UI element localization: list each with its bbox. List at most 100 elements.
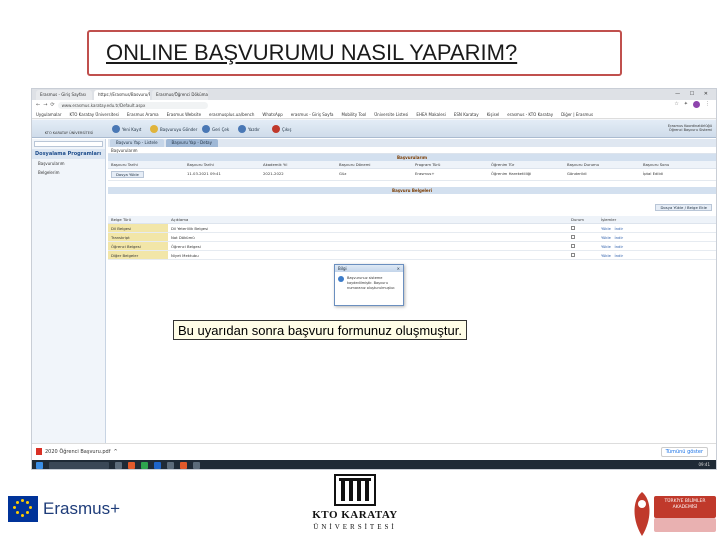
bookmark-item[interactable]: erasmus - Giriş Sayfa [291,112,334,117]
doc-actions-cell: Yükle İndir [598,223,716,233]
bookmark-item[interactable]: ESN Karatay [454,112,479,117]
print-label: Yazdır [248,126,260,132]
app-icon[interactable] [180,462,187,469]
bookmark-item[interactable]: Mobility Tool [341,112,366,117]
browser-tab[interactable]: Erasmus/Öğrenci Dökümanları [152,90,208,100]
app-icon[interactable] [193,462,200,469]
bookmark-item[interactable]: WhatsApp [262,112,282,117]
bookmark-item[interactable]: Erasmus Website [167,112,201,117]
bookmark-item[interactable]: Kişisel [487,112,500,117]
bookmark-item[interactable]: Uygulamalar [36,112,62,117]
summary-header: Başvuru Tarihi [184,161,260,169]
reload-icon[interactable]: ⟳ [50,102,54,108]
summary-header: Başvuru Sonu [640,161,716,169]
url-field[interactable]: www.erasmus.karatay.edu.tr/Default.aspx [57,101,208,109]
bookmark-item[interactable]: Üniversite Listesi [374,112,408,117]
menu-icon[interactable]: ⋮ [705,101,710,108]
back-icon[interactable]: ← [36,102,40,108]
doc-actions-cell: Yükle İndir [598,250,716,260]
submit-label: Başvuruyu Gönder [160,126,198,132]
dialog-title: Bilgi [338,266,347,271]
submit-button[interactable]: Başvuruyu Gönder [150,125,197,133]
download-link[interactable]: İndir [615,253,624,258]
dialog-message: Başvurunuz sisteme kaydedilmiştir. Başvu… [347,276,396,290]
summary-header: Öğrenim Tür [488,161,564,169]
eu-flag-icon [8,496,38,522]
bookmark-item[interactable]: EHEA Makalesi [416,112,445,117]
bookmark-item[interactable]: KTO Karatay Üniversitesi [70,112,119,117]
download-link[interactable]: İndir [615,235,624,240]
sidebar-search-input[interactable] [34,141,103,147]
print-button[interactable]: Yazdır [238,125,260,133]
show-all-button[interactable]: Tümünü göster [660,447,708,457]
address-bar-row: ← → ⟳ www.erasmus.karatay.edu.tr/Default… [32,100,716,110]
doc-actions-cell: Yükle İndir [598,241,716,251]
erasmus-logo: Erasmus+ [8,496,120,522]
bookmark-item[interactable]: erasmusplus.ua/bench [209,112,254,117]
print-icon [238,125,246,133]
exit-button[interactable]: Çıkış [272,125,291,133]
sidebar-item-documents[interactable]: Belgelerim [32,168,105,177]
sidebar-heading[interactable]: Dosyalama Programları [32,149,105,159]
withdraw-button[interactable]: Geri Çek [202,125,229,133]
download-item[interactable]: 2020 Öğrenci Başvuru.pdf ^ [36,448,118,455]
window-controls[interactable]: — ☐ ✕ [675,91,712,97]
kto-karatay-logo: KTO KARATAY ÜNİVERSİTESİ [309,473,401,537]
browser-tab-active[interactable]: https://Erasmus/Basvuru/Form [94,90,150,100]
app-sidebar: Dosyalama Programları Başvurularım Belge… [32,139,106,443]
row-checkbox[interactable] [571,225,575,230]
star-icon[interactable]: ☆ [674,101,678,108]
pdf-icon [36,448,42,455]
task-view-icon[interactable] [115,462,122,469]
os-taskbar: 09:41 [32,460,716,469]
file-upload-button[interactable]: Dosya Yükle [111,171,144,178]
doc-status-cell [568,232,598,242]
chevron-up-icon[interactable]: ^ [114,449,118,455]
row-checkbox[interactable] [571,243,575,248]
main-tab-strip: Başvuru Yap - Listele Başvuru Yap - Deta… [108,139,716,147]
summary-header: Program Türü [412,161,488,169]
start-icon[interactable] [36,462,43,469]
table-header-row: Belge Türü Açıklama Durum İşlemler [108,216,716,224]
app-toolbar: KTO KARATAY ÜNİVERSİTESİ Yeni Kayıt Başv… [32,120,716,138]
bookmark-item[interactable]: Erasmus Arama [127,112,159,117]
summary-cell: İptal Edildi [640,169,716,181]
upload-link[interactable]: Yükle [601,226,611,231]
app-icon[interactable] [154,462,161,469]
forward-icon[interactable]: → [43,102,47,108]
row-checkbox[interactable] [571,234,575,239]
user-info: Erasmus Koordinatörlüğü Öğrenci Başvuru … [668,124,712,132]
close-icon[interactable]: × [397,266,400,271]
app-icon[interactable] [128,462,135,469]
summary-cell: 11.03.2021 09:41 [184,169,260,181]
add-document-button[interactable]: Dosya Yükle / Belge Ekle [655,204,712,211]
column-header: Belge Türü [108,216,168,224]
upload-link[interactable]: Yükle [601,235,611,240]
column-header: İşlemler [598,216,716,224]
taskbar-search[interactable] [49,462,109,469]
tab-list[interactable]: Başvuru Yap - Listele [110,139,164,147]
info-dialog: Bilgi × Başvurunuz sisteme kaydedilmişti… [334,264,404,306]
upload-link[interactable]: Yükle [601,253,611,258]
app-icon[interactable] [167,462,174,469]
summary-header: Başvuru Tarihi [108,161,184,169]
tab-detail[interactable]: Başvuru Yap - Detay [165,139,218,147]
download-link[interactable]: İndir [615,244,624,249]
kto-name: KTO KARATAY [312,509,398,521]
new-record-button[interactable]: Yeni Kayıt [112,125,141,133]
extensions-icon[interactable]: ✦ [684,101,688,108]
app-icon[interactable] [141,462,148,469]
tuba-text: TÜRKİYE BİLİMLER AKADEMİSİ [664,499,706,510]
table-row: Dil Belgesi Dil Yeterlilik Belgesi Yükle… [108,223,716,233]
main-content: Başvuru Yap - Listele Başvuru Yap - Deta… [108,139,716,443]
sidebar-item-applications[interactable]: Başvurularım [32,159,105,168]
bookmark-item[interactable]: erasmus - KTO Karatay [507,112,553,117]
row-checkbox[interactable] [571,252,575,257]
browser-tab[interactable]: Erasmus - Giriş Sayfası [36,90,92,100]
profile-avatar[interactable] [693,101,700,108]
table-row: Öğrenci Belgesi Öğrenci Belgesi Yükle İn… [108,241,716,251]
download-link[interactable]: İndir [615,226,624,231]
exit-label: Çıkış [282,126,292,132]
upload-link[interactable]: Yükle [601,244,611,249]
bookmark-item[interactable]: Diğer | Erasmus [561,112,593,117]
